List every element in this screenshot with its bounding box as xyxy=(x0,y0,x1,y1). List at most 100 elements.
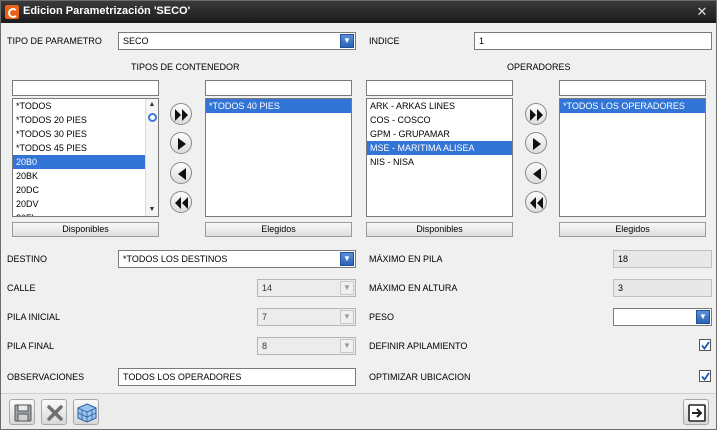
save-button[interactable] xyxy=(9,399,35,425)
grid-icon xyxy=(77,403,97,423)
operadores-disponibles-list-item[interactable]: MSE - MARITIMA ALISEA xyxy=(367,141,512,155)
checkmark-icon xyxy=(701,341,710,350)
operadores-disponibles-list-item[interactable]: GPM - GRUPAMAR xyxy=(367,127,512,141)
calle-label: CALLE xyxy=(7,283,36,293)
pila-final-label: PILA FINAL xyxy=(7,341,55,351)
operadores-disponibles-filter-input[interactable] xyxy=(366,80,513,96)
contenedor-disponibles-list-item[interactable]: 20FL xyxy=(13,211,158,216)
double-arrow-right-icon xyxy=(175,109,188,121)
pila-final-value: 8 xyxy=(262,341,268,351)
close-icon[interactable]: ✕ xyxy=(694,4,710,20)
observaciones-input[interactable]: TODOS LOS OPERADORES xyxy=(118,368,356,386)
operadores-disponibles-list-item[interactable]: ARK - ARKAS LINES xyxy=(367,99,512,113)
operadores-move-right-button[interactable] xyxy=(525,132,547,154)
operadores-disponibles-list-item[interactable]: NIS - NISA xyxy=(367,155,512,169)
contenedor-disponibles-filter-input[interactable] xyxy=(12,80,159,96)
maximo-altura-label: MÁXIMO EN ALTURA xyxy=(369,283,458,293)
move-all-left-button[interactable] xyxy=(170,191,192,213)
operadores-disponibles-list-item[interactable]: COS - COSCO xyxy=(367,113,512,127)
pila-inicial-select[interactable]: 7 ▼ xyxy=(257,308,356,326)
indice-input[interactable]: 1 xyxy=(474,32,712,50)
contenedor-heading: TIPOS DE CONTENEDOR xyxy=(131,62,240,72)
cancel-icon xyxy=(47,405,63,421)
chevron-down-icon[interactable]: ▼ xyxy=(340,310,354,324)
contenedor-disponibles-button[interactable]: Disponibles xyxy=(12,222,159,237)
pila-final-select[interactable]: 8 ▼ xyxy=(257,337,356,355)
chevron-down-icon[interactable]: ▼ xyxy=(340,252,354,266)
contenedor-disponibles-list-item[interactable]: *TODOS 45 PIES xyxy=(13,141,158,155)
contenedor-disponibles-list-item[interactable]: 20DV xyxy=(13,197,158,211)
contenedor-disponibles-list-item[interactable]: 20BK xyxy=(13,169,158,183)
operadores-move-left-button[interactable] xyxy=(525,162,547,184)
window-title: Edicion Parametrización 'SECO' xyxy=(23,5,191,17)
contenedor-disponibles-list-item[interactable]: *TODOS xyxy=(13,99,158,113)
grid-button[interactable] xyxy=(73,399,99,425)
maximo-altura-value: 3 xyxy=(613,279,712,297)
definir-apilamiento-checkbox[interactable] xyxy=(699,339,711,351)
arrow-right-icon xyxy=(178,138,186,150)
definir-apilamiento-label: DEFINIR APILAMIENTO xyxy=(369,341,468,351)
contenedor-disponibles-list-item[interactable]: *TODOS 30 PIES xyxy=(13,127,158,141)
arrow-left-icon xyxy=(533,168,541,180)
tipo-parametro-value: SECO xyxy=(123,36,149,46)
operadores-heading: OPERADORES xyxy=(507,62,571,72)
contenedor-elegidos-button[interactable]: Elegidos xyxy=(205,222,352,237)
chevron-down-icon[interactable]: ▼ xyxy=(696,310,710,324)
indice-label: INDICE xyxy=(369,36,400,46)
operadores-elegidos-list[interactable]: *TODOS LOS OPERADORES xyxy=(559,98,706,217)
contenedor-elegidos-list-item[interactable]: *TODOS 40 PIES xyxy=(206,99,351,113)
double-arrow-left-icon xyxy=(175,197,188,209)
operadores-disponibles-button[interactable]: Disponibles xyxy=(366,222,513,237)
contenedor-elegidos-filter-input[interactable] xyxy=(205,80,352,96)
chevron-down-icon[interactable]: ▼ xyxy=(340,281,354,295)
operadores-move-all-right-button[interactable] xyxy=(525,103,547,125)
destino-value: *TODOS LOS DESTINOS xyxy=(123,254,228,264)
operadores-disponibles-list[interactable]: ARK - ARKAS LINES COS - COSCO GPM - GRUPAM… xyxy=(366,98,513,217)
scroll-thumb[interactable] xyxy=(148,113,157,122)
move-right-button[interactable] xyxy=(170,132,192,154)
arrow-left-icon xyxy=(178,168,186,180)
arrow-right-icon xyxy=(533,138,541,150)
operadores-elegidos-filter-input[interactable] xyxy=(559,80,706,96)
bottom-toolbar xyxy=(1,393,716,429)
operadores-move-all-left-button[interactable] xyxy=(525,191,547,213)
optimizar-ubicacion-label: OPTIMIZAR UBICACION xyxy=(369,372,471,382)
destino-label: DESTINO xyxy=(7,254,48,264)
scroll-up-icon[interactable]: ▲ xyxy=(146,99,158,111)
edit-window: Edicion Parametrización 'SECO' ✕ TIPO DE… xyxy=(0,0,717,430)
destino-select[interactable]: *TODOS LOS DESTINOS ▼ xyxy=(118,250,356,268)
title-bar: Edicion Parametrización 'SECO' ✕ xyxy=(1,1,716,23)
calle-value: 14 xyxy=(262,283,273,293)
observaciones-label: OBSERVACIONES xyxy=(7,372,85,382)
contenedor-disponibles-list-item[interactable]: *TODOS 20 PIES xyxy=(13,113,158,127)
cancel-button[interactable] xyxy=(41,399,67,425)
contenedor-elegidos-list[interactable]: *TODOS 40 PIES xyxy=(205,98,352,217)
save-icon xyxy=(14,404,32,422)
chevron-down-icon[interactable]: ▼ xyxy=(340,34,354,48)
double-arrow-left-icon xyxy=(530,197,543,209)
contenedor-disponibles-list-item[interactable]: 20DC xyxy=(13,183,158,197)
chevron-down-icon[interactable]: ▼ xyxy=(340,339,354,353)
tipo-parametro-label: TIPO DE PARAMETRO xyxy=(7,36,102,46)
scroll-down-icon[interactable]: ▼ xyxy=(146,204,158,216)
contenedor-disponibles-list[interactable]: *TODOS *TODOS 20 PIES *TODOS 30 PIES *TODOS… xyxy=(12,98,159,217)
exit-icon xyxy=(688,404,706,422)
maximo-pila-label: MÁXIMO EN PILA xyxy=(369,254,443,264)
optimizar-ubicacion-checkbox[interactable] xyxy=(699,370,711,382)
tipo-parametro-select[interactable]: SECO ▼ xyxy=(118,32,356,50)
app-logo-icon xyxy=(5,5,19,19)
calle-select[interactable]: 14 ▼ xyxy=(257,279,356,297)
checkmark-icon xyxy=(701,372,710,381)
pila-inicial-label: PILA INICIAL xyxy=(7,312,61,322)
peso-select[interactable]: ▼ xyxy=(613,308,712,326)
contenedor-disponibles-list-item[interactable]: 20B0 xyxy=(13,155,158,169)
exit-button[interactable] xyxy=(683,399,709,425)
operadores-elegidos-button[interactable]: Elegidos xyxy=(559,222,706,237)
operadores-elegidos-list-item[interactable]: *TODOS LOS OPERADORES xyxy=(560,99,705,113)
pila-inicial-value: 7 xyxy=(262,312,268,322)
peso-label: PESO xyxy=(369,312,395,322)
move-left-button[interactable] xyxy=(170,162,192,184)
maximo-pila-value: 18 xyxy=(613,250,712,268)
contenedor-disponibles-scrollbar[interactable]: ▲ ▼ xyxy=(145,99,158,216)
move-all-right-button[interactable] xyxy=(170,103,192,125)
